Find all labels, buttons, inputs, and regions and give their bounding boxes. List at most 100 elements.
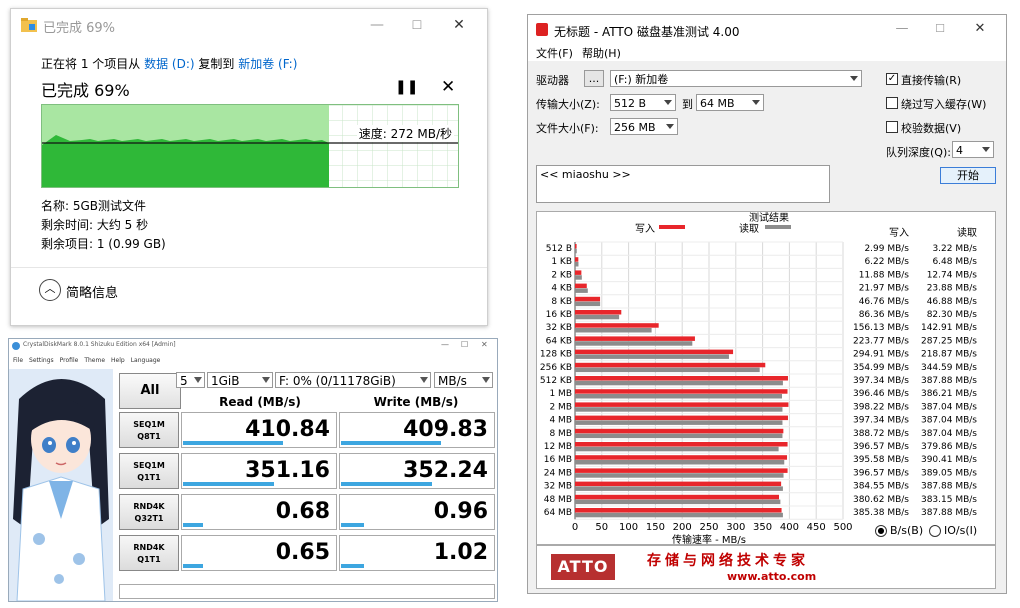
rnd4k-q32t1-button[interactable]: RND4K Q32T1 [119, 494, 179, 530]
cdm-menu-help[interactable]: Help [111, 357, 125, 364]
x-tick-label: 250 [699, 522, 718, 533]
x-tick-label: 150 [646, 522, 665, 533]
seq1m-q8t1-write-cell: 409.83 [339, 412, 495, 448]
read-value-label: 390.41 MB/s [921, 455, 977, 465]
description-field[interactable]: << miaoshu >> [536, 165, 830, 203]
read-value-label: 12.74 MB/s [927, 270, 978, 280]
shizuku-character-art [9, 369, 113, 601]
drive-dropdown[interactable]: (F:) 新加卷 [610, 70, 862, 87]
category-label: 4 MB [549, 416, 572, 426]
pause-button[interactable]: ❚❚ [395, 79, 418, 95]
write-value-label: 86.36 MB/s [859, 310, 910, 320]
x-axis-label: 传输速率 - MB/s [672, 533, 746, 544]
to-label: 到 [682, 98, 693, 111]
read-value-label: 386.21 MB/s [921, 389, 977, 399]
read-value-label: 387.04 MB/s [921, 429, 977, 439]
test-size-select[interactable]: 1GiB [207, 372, 273, 388]
transfer-from-dropdown[interactable]: 512 B [610, 94, 676, 111]
file-size-value: 256 MB [614, 121, 656, 134]
rnd4k-q1t1-button[interactable]: RND4K Q1T1 [119, 535, 179, 571]
atto-banner: ATTO 存储与网络技术专家 www.atto.com [536, 545, 996, 589]
read-bar [575, 301, 601, 307]
read-bar [575, 446, 779, 452]
time-remaining-line: 剩余时间: 大约 5 秒 [41, 218, 149, 232]
atto-maximize-button[interactable]: ☐ [922, 19, 958, 39]
drive-value: F: 0% (0/11178GiB) [279, 374, 396, 388]
chevron-up-icon: ︿ [44, 282, 56, 295]
crystaldiskmark-window: CrystalDiskMark 8.0.1 Shizuku Edition x6… [8, 338, 498, 602]
category-label: 48 MB [544, 495, 572, 505]
maximize-button[interactable]: ☐ [397, 13, 437, 37]
atto-close-button[interactable]: ✕ [962, 19, 998, 39]
seq1m-q1t1-write-cell: 352.24 [339, 453, 495, 489]
write-bar [575, 283, 587, 289]
result-value: 0.65 [275, 540, 330, 565]
cdm-title-bar[interactable]: CrystalDiskMark 8.0.1 Shizuku Edition x6… [9, 339, 497, 353]
atto-menu-help[interactable]: 帮助(H) [582, 45, 621, 61]
bypass-cache-label: 绕过写入缓存(W) [901, 98, 987, 111]
read-value-label: 387.04 MB/s [921, 402, 977, 412]
read-value-label: 387.04 MB/s [921, 416, 977, 426]
read-value-label: 46.88 MB/s [927, 297, 978, 307]
read-bar [575, 380, 783, 386]
drive-select[interactable]: F: 0% (0/11178GiB) [275, 372, 431, 388]
results-title: 测试结果 [749, 212, 789, 224]
cdm-menu-settings[interactable]: Settings [29, 357, 54, 364]
row-label-line2: Q8T1 [137, 432, 161, 441]
browse-button[interactable]: ... [584, 70, 604, 87]
file-size-dropdown[interactable]: 256 MB [610, 118, 678, 135]
result-bar [341, 482, 432, 486]
write-bar [575, 494, 780, 500]
row-label-line1: RND4K [133, 502, 165, 511]
speed-graph: 速度: 272 MB/秒 [41, 104, 459, 188]
read-value-label: 82.30 MB/s [927, 310, 978, 320]
read-bar [575, 367, 760, 373]
write-value-label: 396.57 MB/s [853, 468, 909, 478]
queue-depth-dropdown[interactable]: 4 [952, 141, 994, 158]
x-tick-label: 300 [726, 522, 745, 533]
cdm-maximize-button[interactable]: ☐ [461, 340, 468, 349]
destination-link[interactable]: 新加卷 (F:) [238, 57, 297, 71]
cdm-menu-file[interactable]: File [13, 357, 23, 364]
cdm-close-button[interactable]: ✕ [481, 340, 488, 349]
seq1m-q8t1-button[interactable]: SEQ1M Q8T1 [119, 412, 179, 448]
cancel-button[interactable]: ✕ [441, 77, 455, 97]
rnd4k-q1t1-read-cell: 0.65 [181, 535, 337, 571]
category-label: 128 KB [540, 350, 572, 360]
cdm-minimize-button[interactable]: — [441, 340, 449, 349]
cdm-app-icon [12, 342, 20, 350]
copy-mid-text: 复制到 [194, 57, 239, 71]
write-bar [575, 296, 601, 302]
test-count-select[interactable]: 5 [176, 372, 205, 388]
progress-heading: 已完成 69% [41, 81, 130, 100]
close-button[interactable]: ✕ [439, 13, 479, 37]
result-bar [183, 441, 283, 445]
seq1m-q1t1-button[interactable]: SEQ1M Q1T1 [119, 453, 179, 489]
test-count-value: 5 [180, 374, 188, 388]
minimize-button[interactable]: — [357, 13, 397, 37]
start-button[interactable]: 开始 [940, 167, 996, 184]
all-tests-button[interactable]: All [119, 373, 181, 409]
atto-menu-file[interactable]: 文件(F) [536, 45, 573, 61]
cdm-menu-profile[interactable]: Profile [60, 357, 79, 364]
write-value-label: 156.13 MB/s [853, 323, 909, 333]
source-link[interactable]: 数据 (D:) [144, 57, 194, 71]
cdm-menu-language[interactable]: Language [131, 357, 161, 364]
atto-title-bar[interactable]: 无标题 - ATTO 磁盘基准测试 4.00 — ☐ ✕ [528, 15, 1006, 43]
transfer-to-dropdown[interactable]: 64 MB [696, 94, 764, 111]
cdm-menu-theme[interactable]: Theme [84, 357, 105, 364]
atto-minimize-button[interactable]: — [884, 19, 920, 39]
collapse-details-button[interactable]: ︿ [39, 279, 61, 301]
seq1m-q8t1-read-cell: 410.84 [181, 412, 337, 448]
copy-title-bar[interactable]: 已完成 69% — ☐ ✕ [11, 9, 487, 41]
banner-url[interactable]: www.atto.com [727, 570, 816, 583]
result-value: 0.68 [275, 499, 330, 524]
unit-select[interactable]: MB/s [434, 372, 493, 388]
write-value-label: 385.38 MB/s [853, 508, 909, 518]
read-bar [575, 512, 783, 518]
cdm-comment-field[interactable] [119, 584, 495, 599]
fewer-details-label[interactable]: 简略信息 [66, 282, 118, 301]
row-label-line1: SEQ1M [133, 420, 165, 429]
io-per-sec-label: IO/s(I) [944, 524, 978, 537]
category-label: 16 MB [544, 455, 572, 465]
